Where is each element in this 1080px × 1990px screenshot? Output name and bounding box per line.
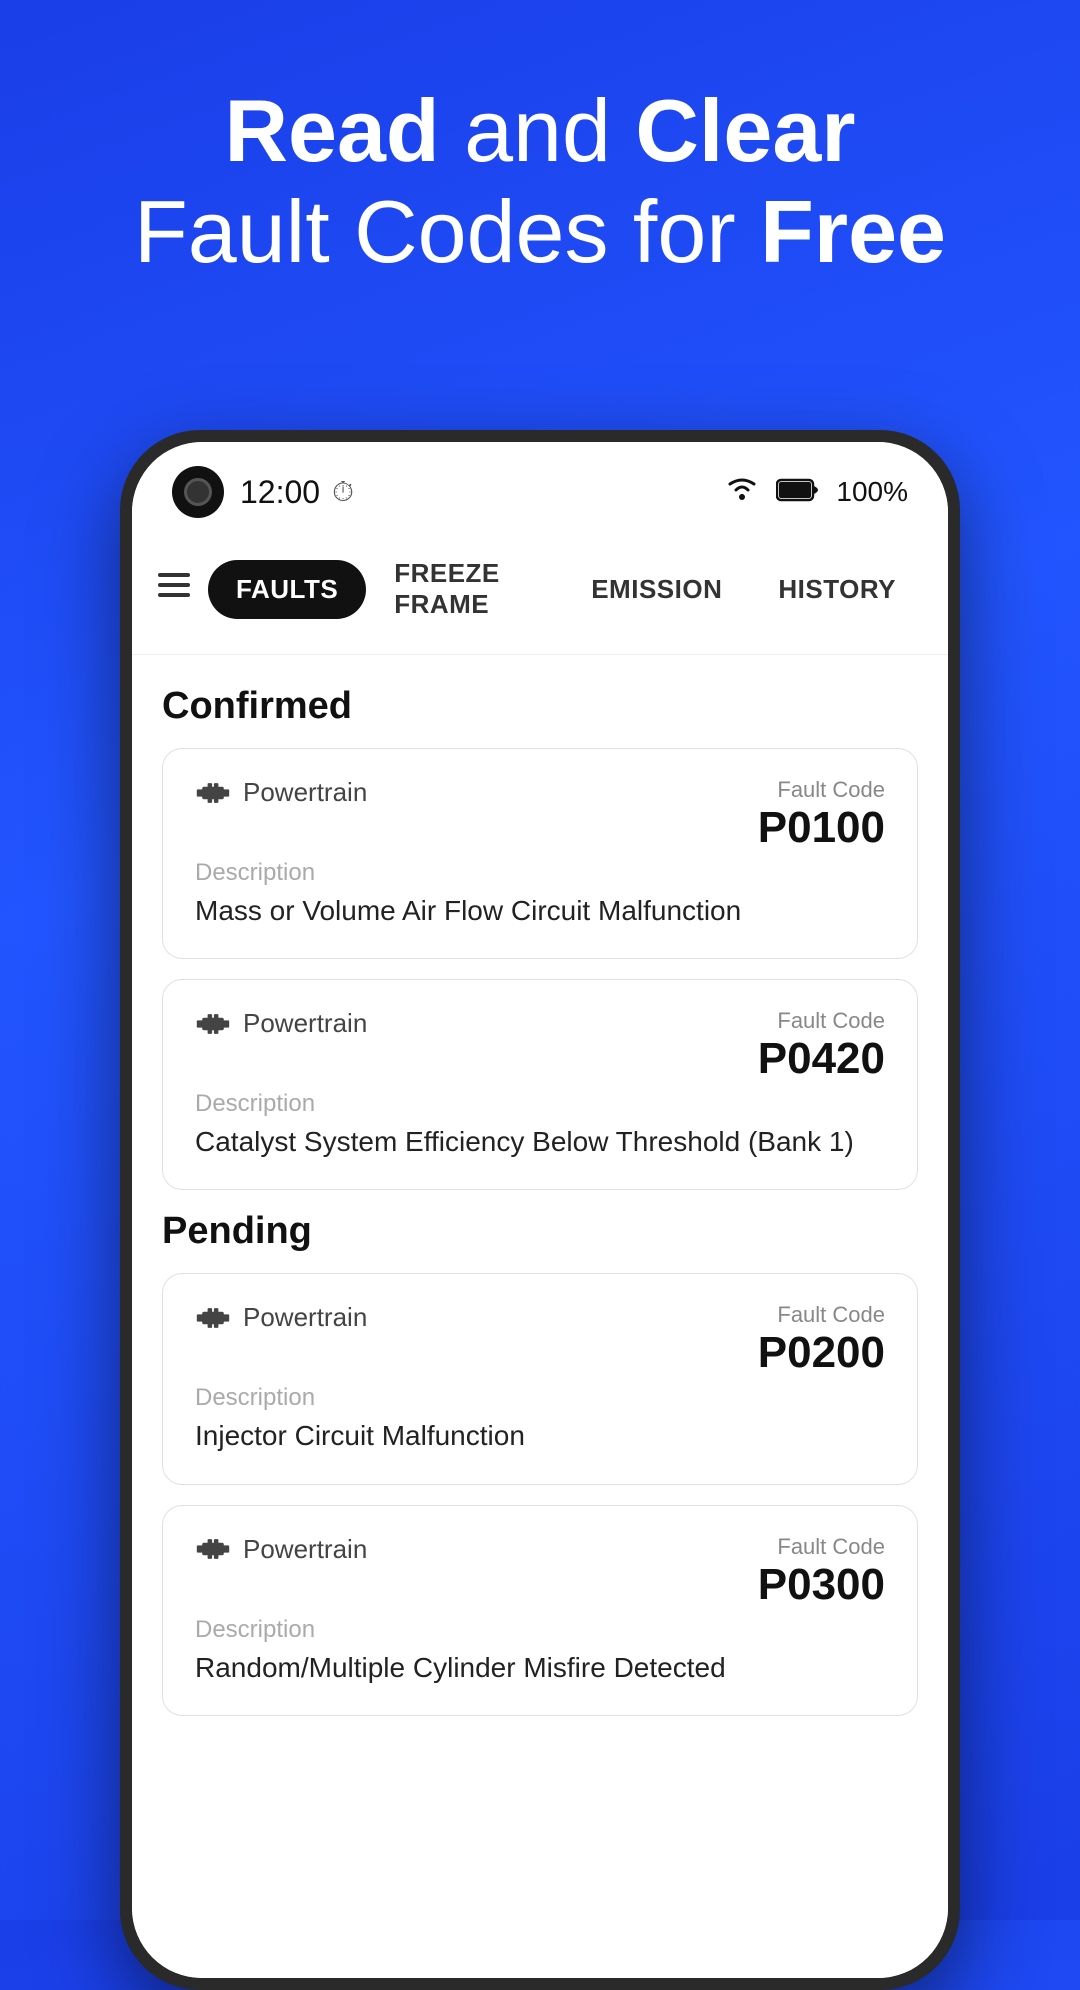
hero-section: Read and Clear Fault Codes for Free: [74, 80, 1006, 282]
fault-code-label-2: Fault Code: [758, 1008, 885, 1034]
fault-code-value-2: P0420: [758, 1034, 885, 1084]
fault-system-label-4: Powertrain: [243, 1534, 367, 1565]
fault-code-value-1: P0100: [758, 803, 885, 853]
fault-code-right-3: Fault Code P0200: [758, 1302, 885, 1378]
timer-icon: ⏱: [332, 476, 354, 509]
tab-freeze-frame[interactable]: Freeze Frame: [366, 544, 563, 634]
hero-bold-free: Free: [760, 182, 946, 281]
hero-line2-normal: Fault Codes for: [134, 182, 760, 281]
camera-icon: [172, 466, 224, 518]
tab-emission[interactable]: Emission: [563, 560, 750, 619]
desc-label-2: Description: [195, 1090, 885, 1118]
desc-label-1: Description: [195, 859, 885, 887]
fault-card-p0200[interactable]: Powertrain Fault Code P0200 Description …: [162, 1273, 918, 1484]
fault-code-label-1: Fault Code: [758, 777, 885, 803]
fault-code-label-3: Fault Code: [758, 1302, 885, 1328]
desc-text-4: Random/Multiple Cylinder Misfire Detecte…: [195, 1648, 885, 1687]
fault-system-label-1: Powertrain: [243, 777, 367, 808]
fault-code-right-1: Fault Code P0100: [758, 777, 885, 853]
fault-code-value-3: P0200: [758, 1328, 885, 1378]
section-pending-title: Pending: [162, 1210, 918, 1253]
fault-system-1: Powertrain: [195, 777, 367, 808]
desc-text-1: Mass or Volume Air Flow Circuit Malfunct…: [195, 891, 885, 930]
hero-bold-clear: Clear: [635, 81, 855, 180]
desc-label-4: Description: [195, 1616, 885, 1644]
hero-normal-and: and: [464, 81, 611, 180]
status-right: 100%: [724, 474, 908, 510]
fault-code-value-4: P0300: [758, 1560, 885, 1610]
fault-card-p0100[interactable]: Powertrain Fault Code P0100 Description …: [162, 748, 918, 959]
tab-bar: Faults Freeze Frame Emission History: [132, 534, 948, 655]
fault-card-p0300[interactable]: Powertrain Fault Code P0300 Description …: [162, 1505, 918, 1716]
fault-system-label-2: Powertrain: [243, 1008, 367, 1039]
fault-system-2: Powertrain: [195, 1008, 367, 1039]
fault-system-4: Powertrain: [195, 1534, 367, 1565]
wifi-icon: [724, 474, 760, 510]
battery-text: 100%: [836, 476, 908, 508]
tab-bar-icon: [156, 567, 192, 612]
fault-card-p0420[interactable]: Powertrain Fault Code P0420 Description …: [162, 979, 918, 1190]
fault-code-right-2: Fault Code P0420: [758, 1008, 885, 1084]
engine-icon-3: [195, 1304, 231, 1332]
status-time: 12:00: [240, 474, 320, 511]
phone-mockup: 12:00 ⏱: [120, 430, 960, 1990]
fault-code-label-4: Fault Code: [758, 1534, 885, 1560]
main-content: Confirmed Powertrain: [132, 655, 948, 1978]
tab-history[interactable]: History: [750, 560, 924, 619]
tab-faults[interactable]: Faults: [208, 560, 366, 619]
engine-icon-1: [195, 779, 231, 807]
section-confirmed-title: Confirmed: [162, 685, 918, 728]
desc-text-2: Catalyst System Efficiency Below Thresho…: [195, 1122, 885, 1161]
engine-icon-4: [195, 1535, 231, 1563]
hero-bold-read: Read: [224, 81, 439, 180]
desc-text-3: Injector Circuit Malfunction: [195, 1416, 885, 1455]
desc-label-3: Description: [195, 1384, 885, 1412]
phone-screen: 12:00 ⏱: [132, 442, 948, 1978]
battery-icon: [776, 477, 820, 508]
fault-code-right-4: Fault Code P0300: [758, 1534, 885, 1610]
fault-system-label-3: Powertrain: [243, 1302, 367, 1333]
fault-system-3: Powertrain: [195, 1302, 367, 1333]
engine-icon-2: [195, 1010, 231, 1038]
status-bar: 12:00 ⏱: [132, 442, 948, 534]
